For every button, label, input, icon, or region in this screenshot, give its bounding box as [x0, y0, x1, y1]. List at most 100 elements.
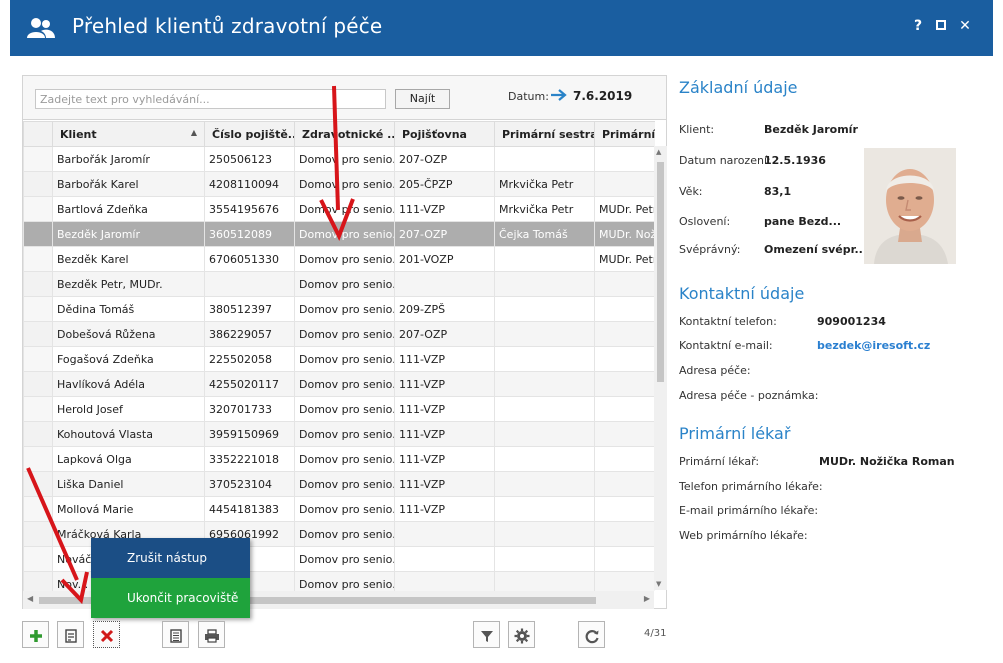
edit-button[interactable]	[57, 621, 84, 648]
table-cell[interactable]: MUDr. Noži	[594, 221, 655, 247]
table-cell[interactable]: 3554195676	[204, 196, 295, 222]
row-indicator[interactable]	[23, 471, 53, 497]
table-cell[interactable]	[394, 271, 495, 297]
table-cell[interactable]: 207-OZP	[394, 321, 495, 347]
table-cell[interactable]	[494, 396, 595, 422]
table-cell[interactable]: Domov pro senio...	[294, 571, 395, 591]
table-cell[interactable]	[594, 146, 655, 172]
column-header-facility[interactable]: Zdravotnické ...	[294, 121, 395, 147]
row-indicator[interactable]	[23, 171, 53, 197]
table-cell[interactable]: 4454181383	[204, 496, 295, 522]
table-cell[interactable]: 201-VOZP	[394, 246, 495, 272]
table-cell[interactable]	[594, 371, 655, 397]
table-cell[interactable]: Domov pro senio...	[294, 346, 395, 372]
table-cell[interactable]: MUDr. Petr	[594, 196, 655, 222]
table-cell[interactable]: 370523104	[204, 471, 295, 497]
table-row[interactable]: Lapková Olga 3352221018 Domov pro senio...…	[23, 446, 655, 472]
table-cell[interactable]: Kohoutová Vlasta	[52, 421, 205, 447]
table-cell[interactable]	[494, 521, 595, 547]
table-cell[interactable]: 225502058	[204, 346, 295, 372]
arrow-right-icon[interactable]	[550, 88, 568, 102]
column-header-insurer[interactable]: Pojišťovna	[394, 121, 495, 147]
table-cell[interactable]	[594, 396, 655, 422]
column-header-client[interactable]: Klient ▲	[52, 121, 205, 147]
table-cell[interactable]: Domov pro senio...	[294, 196, 395, 222]
table-cell[interactable]	[594, 171, 655, 197]
table-cell[interactable]: Domov pro senio...	[294, 171, 395, 197]
row-indicator[interactable]	[23, 346, 53, 372]
table-cell[interactable]: 111-VZP	[394, 371, 495, 397]
table-cell[interactable]	[494, 546, 595, 572]
table-row[interactable]: Liška Daniel 370523104 Domov pro senio... 1…	[23, 471, 655, 497]
table-cell[interactable]	[594, 496, 655, 522]
table-cell[interactable]: Domov pro senio...	[294, 371, 395, 397]
table-cell[interactable]	[494, 346, 595, 372]
table-cell[interactable]	[594, 446, 655, 472]
table-cell[interactable]: 207-OZP	[394, 146, 495, 172]
table-cell[interactable]: Mrkvička Petr	[494, 196, 595, 222]
row-indicator[interactable]	[23, 321, 53, 347]
settings-button[interactable]	[508, 621, 535, 648]
row-indicator[interactable]	[23, 496, 53, 522]
column-header-primary-doctor[interactable]: Primární lékař	[594, 121, 655, 147]
table-cell[interactable]: Domov pro senio...	[294, 546, 395, 572]
table-cell[interactable]: Herold Josef	[52, 396, 205, 422]
row-indicator[interactable]	[23, 571, 53, 591]
scroll-right-icon[interactable]: ▶	[644, 594, 650, 603]
table-cell[interactable]	[494, 446, 595, 472]
table-cell[interactable]: 3959150969	[204, 421, 295, 447]
table-row[interactable]: Fogašová Zdeňka 225502058 Domov pro senio.…	[23, 346, 655, 372]
table-cell[interactable]	[394, 571, 495, 591]
menu-item-cancel-admission[interactable]: Zrušit nástup	[91, 538, 250, 578]
vertical-scrollbar[interactable]: ▲ ▼	[654, 146, 667, 590]
table-cell[interactable]	[594, 571, 655, 591]
date-value[interactable]: 7.6.2019	[573, 89, 632, 103]
row-indicator[interactable]	[23, 271, 53, 297]
table-cell[interactable]	[594, 521, 655, 547]
table-cell[interactable]: Mrkvička Petr	[494, 171, 595, 197]
search-button[interactable]: Najít	[395, 89, 450, 109]
table-cell[interactable]: Barbořák Jaromír	[52, 146, 205, 172]
search-input[interactable]: Zadejte text pro vyhledávání...	[35, 89, 386, 109]
table-cell[interactable]: Bezděk Karel	[52, 246, 205, 272]
row-indicator[interactable]	[23, 521, 53, 547]
table-cell[interactable]	[594, 471, 655, 497]
table-cell[interactable]	[494, 371, 595, 397]
table-cell[interactable]: Bezděk Petr, MUDr.	[52, 271, 205, 297]
row-indicator[interactable]	[23, 196, 53, 222]
table-row[interactable]: Bezděk Jaromír 360512089 Domov pro senio..…	[23, 221, 655, 247]
table-cell[interactable]	[594, 421, 655, 447]
table-cell[interactable]: Domov pro senio...	[294, 396, 395, 422]
table-cell[interactable]: Domov pro senio...	[294, 296, 395, 322]
menu-item-end-workplace[interactable]: Ukončit pracoviště	[91, 578, 250, 618]
table-cell[interactable]: Havlíková Adéla	[52, 371, 205, 397]
add-button[interactable]	[22, 621, 49, 648]
row-indicator[interactable]	[23, 371, 53, 397]
filter-button[interactable]	[473, 621, 500, 648]
scroll-up-icon[interactable]: ▲	[656, 148, 661, 156]
table-cell[interactable]: Domov pro senio...	[294, 246, 395, 272]
table-cell[interactable]: Domov pro senio...	[294, 321, 395, 347]
table-cell[interactable]: 380512397	[204, 296, 295, 322]
scroll-down-icon[interactable]: ▼	[656, 580, 661, 588]
table-cell[interactable]: Domov pro senio...	[294, 271, 395, 297]
delete-button[interactable]	[93, 621, 120, 648]
table-cell[interactable]: Bartlová Zdeňka	[52, 196, 205, 222]
table-row[interactable]: Barbořák Jaromír 250506123 Domov pro senio…	[23, 146, 655, 172]
print-button[interactable]	[198, 621, 225, 648]
table-cell[interactable]: Domov pro senio...	[294, 471, 395, 497]
table-cell[interactable]: MUDr. Petr	[594, 246, 655, 272]
table-cell[interactable]: 111-VZP	[394, 421, 495, 447]
table-row[interactable]: Bezděk Karel 6706051330 Domov pro senio...…	[23, 246, 655, 272]
table-cell[interactable]: Dobešová Růžena	[52, 321, 205, 347]
table-cell[interactable]: 209-ZPŠ	[394, 296, 495, 322]
table-cell[interactable]: 4208110094	[204, 171, 295, 197]
document-button[interactable]	[162, 621, 189, 648]
table-row[interactable]: Dobešová Růžena 386229057 Domov pro senio.…	[23, 321, 655, 347]
table-cell[interactable]	[494, 421, 595, 447]
table-cell[interactable]	[594, 271, 655, 297]
row-indicator[interactable]	[23, 396, 53, 422]
column-header-primary-nurse[interactable]: Primární sestra	[494, 121, 595, 147]
table-row[interactable]: Mollová Marie 4454181383 Domov pro senio..…	[23, 496, 655, 522]
vertical-scroll-thumb[interactable]	[657, 162, 664, 382]
